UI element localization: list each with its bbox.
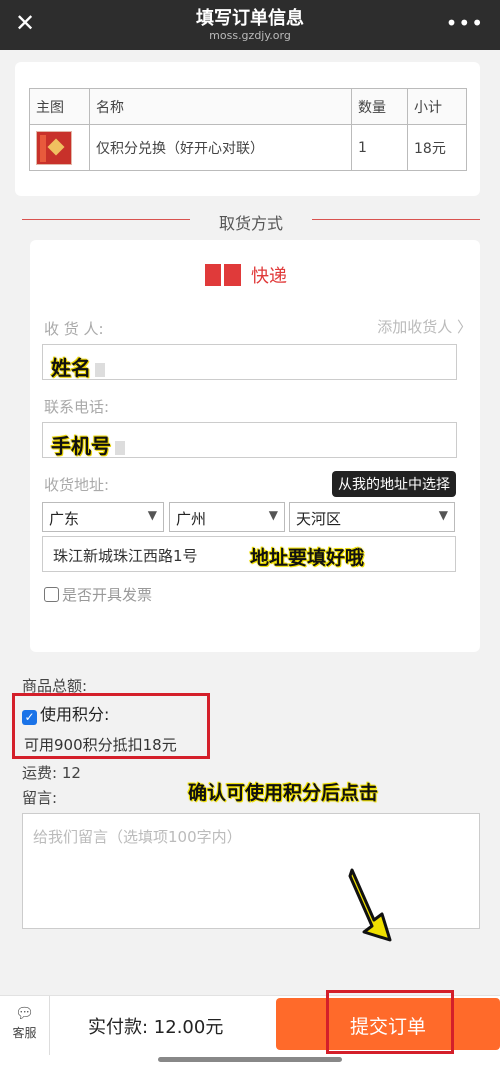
express-option[interactable]: 快递 <box>205 262 325 288</box>
district-value: 天河区 <box>296 510 342 528</box>
page-title: 填写订单信息 <box>196 8 304 29</box>
arrow-down-icon <box>348 868 392 942</box>
header-qty: 数量 <box>351 88 408 125</box>
chevron-down-icon: ▼ <box>438 508 448 522</box>
actual-payment: 实付款: 12.00元 <box>88 1017 224 1038</box>
customer-service-button[interactable]: 💬︎ 客服 <box>0 996 50 1056</box>
checkmark-icon: ✓ <box>22 710 37 725</box>
divider-line-right <box>312 219 480 220</box>
product-subtotal: 18元 <box>407 124 467 171</box>
add-receiver-link[interactable]: 添加收货人 〉 <box>377 316 472 337</box>
use-points-label: 使用积分: <box>40 705 110 724</box>
city-value: 广州 <box>176 510 207 528</box>
submit-highlight-box <box>326 990 454 1054</box>
chat-bubble-icon: 💬︎ <box>14 1004 35 1022</box>
header-image: 主图 <box>29 88 90 125</box>
section-divider: 取货方式 <box>22 208 480 233</box>
page-url: moss.gzdjy.org <box>209 29 291 42</box>
phone-label: 联系电话: <box>44 398 110 416</box>
pick-address-button[interactable]: 从我的地址中选择 <box>332 471 456 497</box>
express-icon <box>205 264 241 286</box>
province-value: 广东 <box>49 510 80 528</box>
district-select[interactable]: 天河区 ▼ <box>289 502 455 532</box>
section-title: 取货方式 <box>218 214 283 233</box>
header-name: 名称 <box>89 88 352 125</box>
street-annotation: 地址要填好哦 <box>250 547 365 569</box>
message-textarea[interactable]: 给我们留言（选填项100字内） <box>22 813 480 929</box>
express-label: 快递 <box>251 266 287 287</box>
points-available: 可用900积分抵扣18元 <box>24 736 177 754</box>
header-subtotal: 小计 <box>407 88 467 125</box>
product-table: 主图 名称 数量 小计 仅积分兑换（好开心对联） 1 18元 <box>29 88 467 171</box>
more-icon[interactable]: ••• <box>446 11 484 35</box>
delivery-card: 快递 收 货 人: 添加收货人 〉 姓名 联系电话: 手机号 收货地址: 从我的… <box>30 240 480 652</box>
address-label: 收货地址: <box>44 476 110 494</box>
message-label: 留言: <box>22 789 58 807</box>
city-select[interactable]: 广州 ▼ <box>169 502 285 532</box>
phone-field[interactable]: 手机号 <box>42 422 457 458</box>
top-bar: ✕ 填写订单信息 moss.gzdjy.org ••• <box>0 0 500 50</box>
product-card: 主图 名称 数量 小计 仅积分兑换（好开心对联） 1 18元 <box>15 62 480 196</box>
points-highlight-box: ✓ 使用积分: 可用900积分抵扣18元 <box>12 693 210 759</box>
province-select[interactable]: 广东 ▼ <box>42 502 164 532</box>
chevron-down-icon: ▼ <box>147 508 157 522</box>
customer-service-label: 客服 <box>12 1026 37 1040</box>
message-placeholder: 给我们留言（选填项100字内） <box>33 828 242 846</box>
receiver-field[interactable]: 姓名 <box>42 344 457 380</box>
chevron-down-icon: ▼ <box>268 508 278 522</box>
product-qty: 1 <box>351 124 408 171</box>
use-points-checkbox[interactable]: ✓ 使用积分: <box>22 701 109 725</box>
phone-value: 手机号 <box>51 430 125 459</box>
product-thumb-cell <box>29 124 90 171</box>
shipping-fee: 运费: 12 <box>22 764 81 782</box>
invoice-checkbox[interactable]: 是否开具发票 <box>44 584 152 605</box>
table-row: 仅积分兑换（好开心对联） 1 18元 <box>29 124 467 171</box>
product-name: 仅积分兑换（好开心对联） <box>89 124 352 171</box>
home-indicator[interactable] <box>158 1057 342 1062</box>
table-header-row: 主图 名称 数量 小计 <box>29 88 467 125</box>
confirm-annotation: 确认可使用积分后点击 <box>188 782 379 804</box>
receiver-label: 收 货 人: <box>44 320 104 338</box>
invoice-label: 是否开具发票 <box>62 586 153 604</box>
street-field[interactable]: 珠江新城珠江西路1号 地址要填好哦 <box>42 536 456 572</box>
receiver-value: 姓名 <box>51 352 105 381</box>
product-thumbnail <box>36 130 72 165</box>
street-value: 珠江新城珠江西路1号 <box>53 547 198 565</box>
checkbox-icon <box>44 587 59 602</box>
